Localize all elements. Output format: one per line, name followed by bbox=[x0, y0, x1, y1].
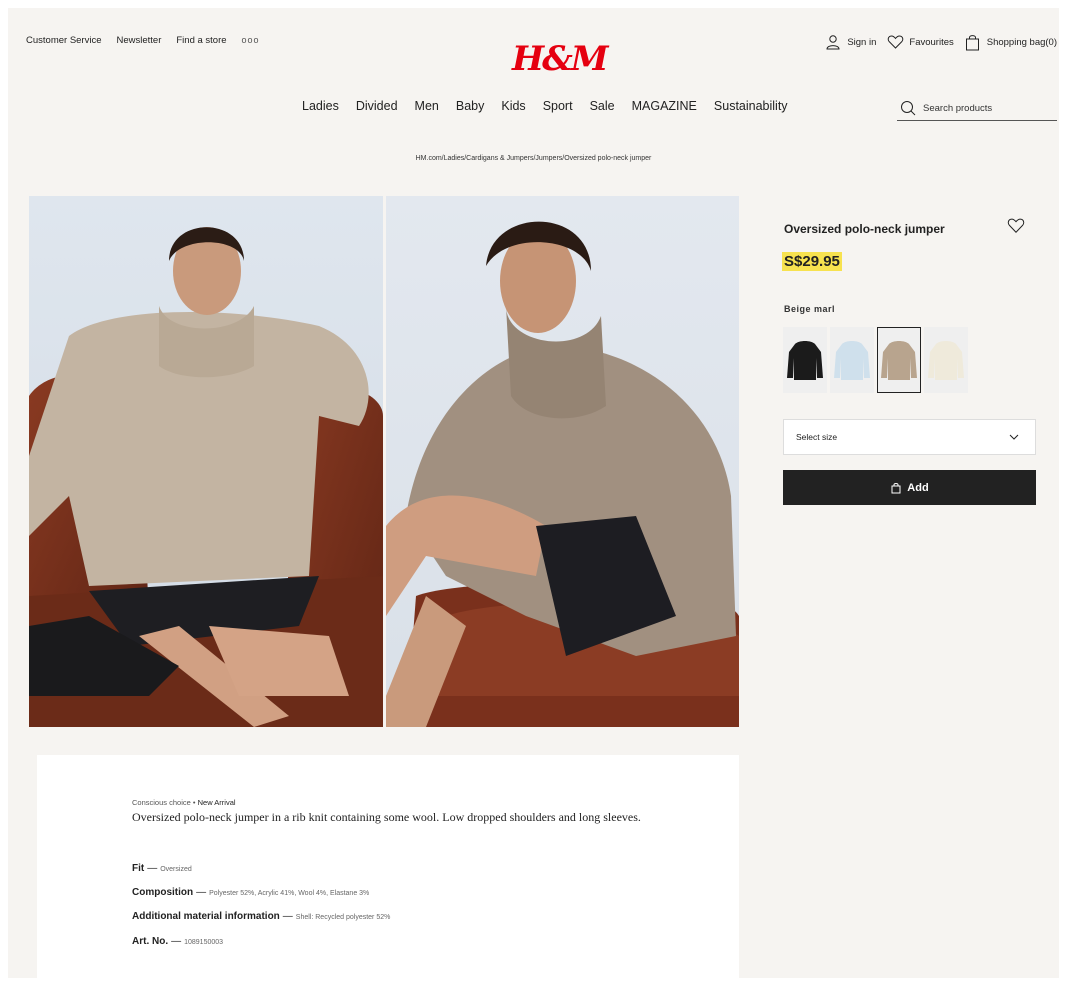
favourites-label: Favourites bbox=[909, 36, 954, 48]
add-to-favourites-button[interactable] bbox=[1007, 216, 1025, 240]
new-arrival-tag: New Arrival bbox=[197, 798, 236, 807]
swatch-beige-marl-image bbox=[881, 341, 917, 380]
swatch-light-blue-image bbox=[834, 341, 870, 380]
spec-value: Oversized bbox=[160, 866, 192, 873]
product-image-2[interactable] bbox=[386, 196, 739, 727]
breadcrumb[interactable]: HM.com/Ladies/Cardigans & Jumpers/Jumper… bbox=[0, 155, 1067, 162]
nav-item-sport[interactable]: Sport bbox=[543, 99, 573, 113]
more-menu-button[interactable]: ooo bbox=[242, 35, 260, 46]
product-tags: Conscious choice • New Arrival bbox=[132, 798, 236, 807]
nav-item-kids[interactable]: Kids bbox=[501, 99, 525, 113]
page: Customer Service Newsletter Find a store… bbox=[0, 0, 1067, 985]
main-navigation: Ladies Divided Men Baby Kids Sport Sale … bbox=[302, 99, 788, 113]
favourites-link[interactable]: Favourites bbox=[886, 33, 954, 51]
search-icon bbox=[899, 99, 917, 117]
swatch-light-blue[interactable] bbox=[830, 327, 874, 393]
customer-service-link[interactable]: Customer Service bbox=[26, 35, 102, 46]
nav-item-divided[interactable]: Divided bbox=[356, 99, 398, 113]
sign-in-label: Sign in bbox=[847, 36, 877, 48]
spec-value: Polyester 52%, Acrylic 41%, Wool 4%, Ela… bbox=[209, 890, 370, 897]
search-input[interactable]: Search products bbox=[897, 96, 1057, 121]
utility-links: Customer Service Newsletter Find a store… bbox=[26, 35, 260, 46]
colour-swatches bbox=[783, 327, 968, 393]
add-to-bag-button[interactable]: Add bbox=[783, 470, 1036, 505]
spec-value: 1089150003 bbox=[184, 939, 224, 946]
spec-dash: — bbox=[147, 863, 158, 874]
shopping-bag-link[interactable]: Shopping bag(0) bbox=[964, 33, 1057, 51]
sign-in-link[interactable]: Sign in bbox=[824, 33, 876, 51]
conscious-choice-tag: Conscious choice bbox=[132, 798, 191, 807]
spec-dash: — bbox=[171, 936, 182, 947]
account-links: Sign in Favourites Shopping bag(0) bbox=[824, 33, 1057, 51]
nav-item-men[interactable]: Men bbox=[415, 99, 439, 113]
size-select-label: Select size bbox=[796, 432, 838, 442]
product-price: S$29.95 bbox=[782, 252, 842, 271]
heart-icon bbox=[886, 33, 904, 51]
swatch-black[interactable] bbox=[783, 327, 827, 393]
spec-fit: Fit — Oversized bbox=[132, 863, 192, 874]
spec-article-number: Art. No. —1089150003 bbox=[132, 936, 223, 947]
nav-item-sustainability[interactable]: Sustainability bbox=[714, 99, 788, 113]
nav-item-sale[interactable]: Sale bbox=[590, 99, 615, 113]
bag-icon bbox=[890, 482, 901, 494]
find-store-link[interactable]: Find a store bbox=[176, 35, 226, 46]
selected-colour-label: Beige marl bbox=[784, 304, 836, 314]
spec-label: Art. No. bbox=[132, 936, 169, 947]
newsletter-link[interactable]: Newsletter bbox=[117, 35, 162, 46]
user-icon bbox=[824, 33, 842, 51]
swatch-cream-image bbox=[928, 341, 964, 380]
spec-value: Shell: Recycled polyester 52% bbox=[295, 914, 391, 921]
swatch-cream[interactable] bbox=[924, 327, 968, 393]
product-description-panel: Conscious choice • New Arrival Oversized… bbox=[37, 755, 739, 978]
nav-item-baby[interactable]: Baby bbox=[456, 99, 485, 113]
spec-composition: Composition — Polyester 52%, Acrylic 41%, … bbox=[132, 887, 369, 898]
spec-label: Fit bbox=[132, 863, 145, 874]
add-button-label: Add bbox=[907, 481, 929, 494]
heart-icon bbox=[1007, 216, 1025, 234]
shopping-bag-label: Shopping bag(0) bbox=[986, 36, 1057, 48]
spec-label: Composition bbox=[132, 887, 194, 898]
search-placeholder: Search products bbox=[923, 102, 993, 114]
spec-additional-material: Additional material information — Shell: R… bbox=[132, 911, 390, 922]
description-text: Oversized polo-neck jumper in a rib knit… bbox=[132, 810, 641, 824]
chevron-down-icon bbox=[1005, 428, 1023, 446]
nav-item-magazine[interactable]: MAGAZINE bbox=[632, 99, 697, 113]
spec-dash: — bbox=[282, 911, 293, 922]
tag-separator: • bbox=[192, 798, 196, 807]
nav-item-ladies[interactable]: Ladies bbox=[302, 99, 339, 113]
product-title: Oversized polo-neck jumper bbox=[784, 222, 945, 236]
product-image-1[interactable] bbox=[29, 196, 383, 727]
spec-label: Additional material information bbox=[132, 911, 280, 922]
swatch-beige-marl[interactable] bbox=[877, 327, 921, 393]
spec-dash: — bbox=[196, 887, 207, 898]
swatch-black-image bbox=[787, 341, 823, 380]
size-select[interactable]: Select size bbox=[783, 419, 1036, 455]
bag-icon bbox=[964, 33, 982, 51]
hm-logo[interactable]: H&M bbox=[512, 42, 608, 76]
